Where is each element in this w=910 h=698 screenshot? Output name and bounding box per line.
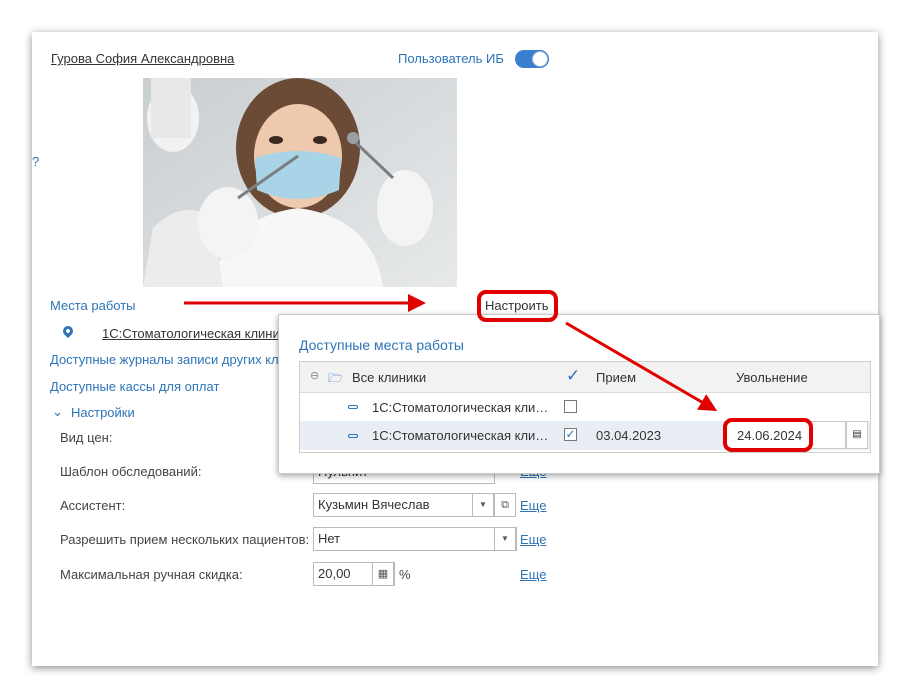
annotation-arrows [184, 294, 718, 412]
arrow-to-fire-date [565, 321, 718, 412]
